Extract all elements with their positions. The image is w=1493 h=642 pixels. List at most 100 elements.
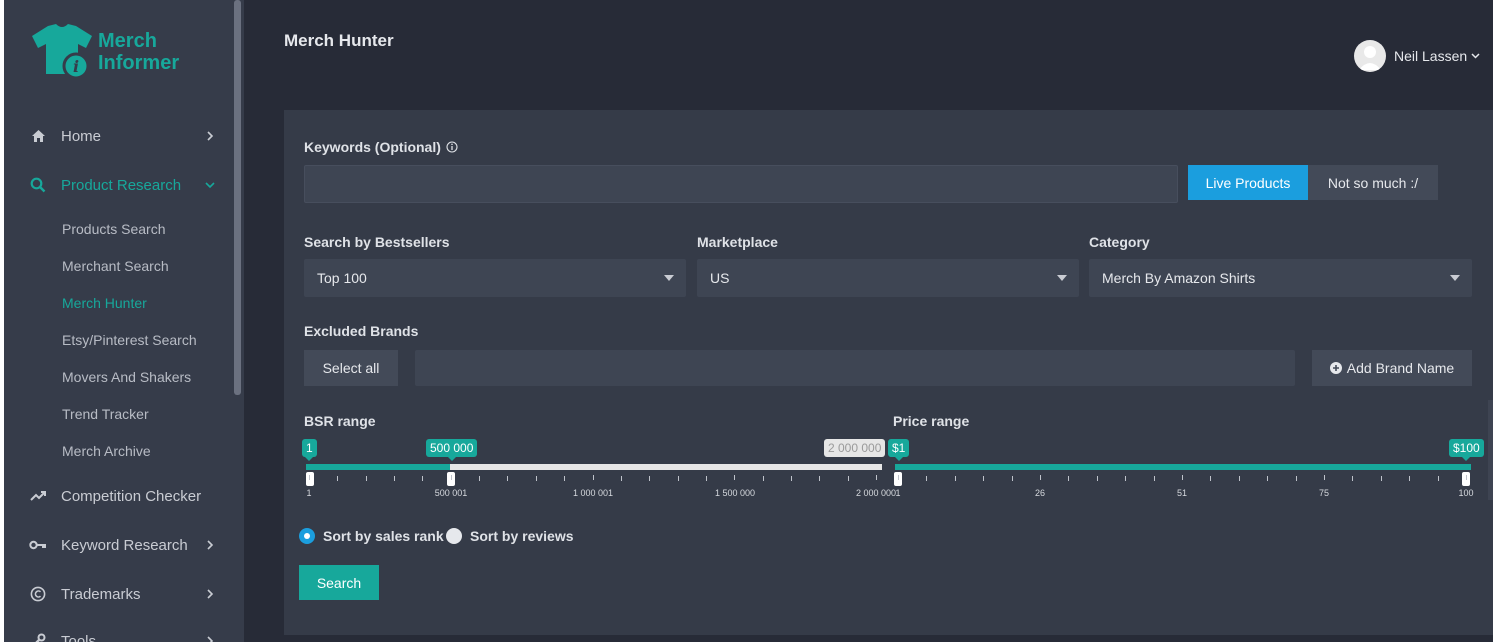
brand-line-1: Merch (98, 30, 157, 52)
excluded-brands-input[interactable] (415, 350, 1295, 386)
marketplace-label: Marketplace (697, 234, 778, 250)
bsr-tick (564, 476, 565, 481)
bsr-min-handle[interactable] (306, 472, 314, 486)
price-tick (1040, 475, 1041, 480)
sidebar-subitem-movers-and-shakers[interactable]: Movers And Shakers (62, 369, 191, 385)
sidebar-item-label: Trademarks (61, 585, 141, 603)
info-icon[interactable] (446, 141, 458, 153)
price-tick (1296, 476, 1297, 481)
bsr-tick (451, 475, 452, 480)
bsr-tick-label: 500 001 (434, 488, 468, 498)
bsr-range-label: BSR range (304, 413, 376, 429)
search-form-panel: Keywords (Optional) Live Products Not so… (284, 110, 1493, 635)
marketplace-select[interactable]: US (697, 259, 1079, 297)
sidebar-subitem-merch-hunter[interactable]: Merch Hunter (62, 295, 147, 311)
price-tick (1068, 476, 1069, 481)
sort-reviews-radio[interactable] (446, 528, 462, 544)
bsr-tick (819, 476, 820, 481)
bsr-tick (394, 476, 395, 481)
price-tick (1267, 476, 1268, 481)
category-select[interactable]: Merch By Amazon Shirts (1089, 259, 1472, 297)
marketplace-value: US (710, 270, 730, 286)
key-icon (28, 540, 48, 550)
not-so-much-button[interactable]: Not so much :/ (1308, 165, 1438, 200)
trend-up-icon (28, 490, 48, 502)
merch-informer-logo[interactable]: i Merch Informer (30, 22, 200, 82)
price-tick (1381, 476, 1382, 481)
tools-icon (28, 633, 48, 642)
page-scrollbar[interactable] (1488, 400, 1493, 500)
sidebar-scrollbar[interactable] (234, 0, 241, 395)
chevron-right-icon (202, 633, 218, 642)
page-title: Merch Hunter (284, 31, 394, 50)
sidebar-item-keyword-research[interactable]: Keyword Research (4, 530, 234, 560)
bsr-tick-label: 1 (306, 488, 312, 498)
sidebar-item-label: Competition Checker (61, 487, 202, 505)
price-from-tag: $1 (888, 439, 910, 461)
excluded-brands-label: Excluded Brands (304, 323, 419, 339)
sidebar-subitem-trend-tracker[interactable]: Trend Tracker (62, 406, 149, 422)
sort-sales-rank-label[interactable]: Sort by sales rank (323, 528, 444, 544)
bestsellers-value: Top 100 (317, 270, 367, 286)
price-tick (1324, 475, 1325, 480)
bsr-tick-label: 1 000 001 (572, 488, 614, 498)
sidebar-subitem-merchant-search[interactable]: Merchant Search (62, 258, 169, 274)
search-button[interactable]: Search (299, 565, 379, 600)
svg-text:i: i (73, 57, 79, 76)
bsr-tick (366, 476, 367, 481)
bsr-tick (763, 476, 764, 481)
sort-sales-rank-radio[interactable] (299, 528, 315, 544)
add-brand-button[interactable]: Add Brand Name (1312, 350, 1472, 386)
keywords-input[interactable] (304, 165, 1178, 203)
caret-down-icon (664, 275, 674, 281)
user-menu[interactable]: Neil Lassen (1354, 40, 1480, 72)
sort-reviews-label[interactable]: Sort by reviews (470, 528, 574, 544)
brand-line-2: Informer (98, 52, 180, 74)
bsr-tick (422, 476, 423, 481)
bsr-tick (678, 476, 679, 481)
caret-down-icon (1057, 275, 1067, 281)
price-tick-label: 51 (1176, 488, 1188, 498)
chevron-down-icon (202, 177, 218, 193)
bsr-tick (706, 476, 707, 481)
price-range-label: Price range (893, 413, 970, 429)
sidebar-subitem-merch-archive[interactable]: Merch Archive (62, 443, 151, 459)
price-tick-label: 75 (1318, 488, 1330, 498)
sidebar-item-label: Product Research (61, 176, 182, 194)
price-slider-track[interactable] (895, 464, 1471, 470)
category-value: Merch By Amazon Shirts (1102, 270, 1256, 286)
price-tick-label: 1 (895, 488, 901, 498)
price-tick (1239, 476, 1240, 481)
caret-down-icon (1450, 275, 1460, 281)
select-all-button[interactable]: Select all (304, 350, 398, 386)
user-avatar-icon (1359, 46, 1381, 70)
sidebar-item-label: Keyword Research (61, 536, 188, 554)
sidebar-item-product-research[interactable]: Product Research (4, 170, 234, 200)
price-to-tag: $100 (1449, 439, 1484, 461)
sidebar-item-tools[interactable]: Tools (4, 626, 234, 642)
search-icon (28, 177, 48, 193)
price-tick (955, 476, 956, 481)
bestsellers-label: Search by Bestsellers (304, 234, 450, 250)
sidebar: i Merch Informer Home Product Research P… (4, 0, 244, 642)
bsr-tick (649, 476, 650, 481)
sidebar-subitem-etsy-pinterest-search[interactable]: Etsy/Pinterest Search (62, 332, 197, 348)
bsr-max-tag: 2 000 000 (824, 439, 886, 457)
chevron-down-icon (1471, 53, 1480, 59)
price-tick (1409, 476, 1410, 481)
category-label: Category (1089, 234, 1150, 250)
chevron-right-icon (202, 586, 218, 602)
sidebar-item-trademarks[interactable]: Trademarks (4, 579, 234, 609)
bestsellers-select[interactable]: Top 100 (304, 259, 686, 297)
sidebar-subitem-products-search[interactable]: Products Search (62, 221, 166, 237)
price-tick (1466, 475, 1467, 480)
price-tick (1438, 476, 1439, 481)
live-products-button[interactable]: Live Products (1188, 165, 1308, 200)
sidebar-item-home[interactable]: Home (4, 121, 234, 151)
bsr-tick (621, 476, 622, 481)
bsr-from-tag: 500 000 (426, 439, 478, 461)
home-icon (28, 129, 48, 143)
price-tick (1154, 476, 1155, 481)
sidebar-item-competition-checker[interactable]: Competition Checker (4, 481, 234, 511)
chevron-right-icon (202, 128, 218, 144)
